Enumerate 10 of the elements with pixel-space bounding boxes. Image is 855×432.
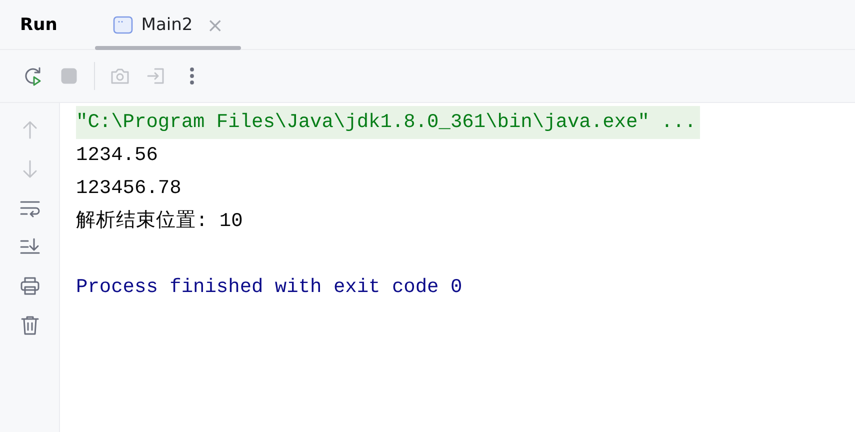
print-icon[interactable]: [18, 275, 40, 297]
exit-message: Process finished with exit code 0: [76, 275, 462, 300]
output-line: 123456.78: [76, 176, 182, 201]
output-line: 解析结束位置: 10: [76, 209, 243, 234]
trash-icon[interactable]: [18, 314, 40, 336]
output-line: 1234.56: [76, 143, 158, 168]
window-icon: [113, 16, 134, 34]
panel-title: Run: [20, 14, 58, 34]
run-tab[interactable]: Main2 ×: [95, 0, 242, 50]
tab-label: Main2: [141, 14, 193, 34]
